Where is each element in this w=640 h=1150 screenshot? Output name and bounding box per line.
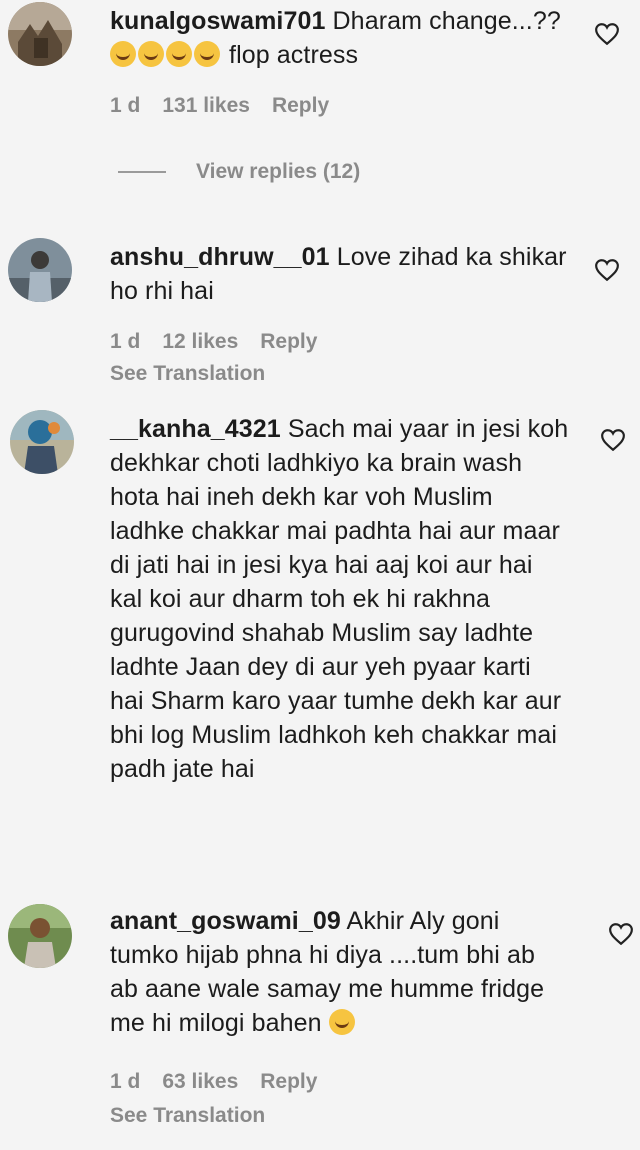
heart-outline-icon[interactable] xyxy=(594,258,620,282)
heart-outline-icon[interactable] xyxy=(594,22,620,46)
comment-text: anshu_dhruw__01 Love zihad ka shikar ho … xyxy=(110,240,570,308)
comment-username[interactable]: anshu_dhruw__01 xyxy=(110,243,330,271)
avatar[interactable] xyxy=(10,410,74,474)
comment-item: anant_goswami_09 Akhir Aly goni tumko hi… xyxy=(0,900,640,1140)
comment-likes[interactable]: 131 likes xyxy=(162,94,250,118)
comment-text: anant_goswami_09 Akhir Aly goni tumko hi… xyxy=(110,904,570,1040)
comment-text: __kanha_4321 Sach mai yaar in jesi koh d… xyxy=(110,412,570,786)
comment-body: Dharam change...?? xyxy=(332,7,561,35)
comment-body-end: flop actress xyxy=(229,41,359,69)
reply-button[interactable]: Reply xyxy=(260,1070,317,1094)
comment-likes[interactable]: 12 likes xyxy=(162,330,238,354)
comment-time: 1 d xyxy=(110,1070,141,1093)
comment-username[interactable]: __kanha_4321 xyxy=(110,415,281,443)
heart-outline-icon[interactable] xyxy=(600,428,626,452)
see-translation-button[interactable]: See Translation xyxy=(110,362,265,386)
comment-item: anshu_dhruw__01 Love zihad ka shikar ho … xyxy=(0,232,640,392)
comment-meta: 1 d 12 likes Reply xyxy=(110,330,317,354)
see-translation-button[interactable]: See Translation xyxy=(110,1104,265,1128)
view-replies-button[interactable]: View replies (12) xyxy=(118,160,360,184)
comment-meta: 1 d 131 likes Reply xyxy=(110,94,329,118)
comment-item: kunalgoswami701 Dharam change...?? flop … xyxy=(0,0,640,200)
comment-likes[interactable]: 63 likes xyxy=(162,1070,238,1094)
comment-item: __kanha_4321 Sach mai yaar in jesi koh d… xyxy=(0,408,640,888)
comment-text: kunalgoswami701 Dharam change...?? flop … xyxy=(110,4,570,72)
comment-username[interactable]: kunalgoswami701 xyxy=(110,7,325,35)
avatar[interactable] xyxy=(8,238,72,302)
emoji-face-with-tears-of-joy-icon xyxy=(110,41,229,69)
avatar[interactable] xyxy=(8,2,72,66)
comment-meta: 1 d 63 likes Reply xyxy=(110,1070,317,1094)
comment-username[interactable]: anant_goswami_09 xyxy=(110,907,341,935)
comment-time: 1 d xyxy=(110,330,141,353)
view-replies-label: View replies (12) xyxy=(196,160,361,183)
comment-body: Sach mai yaar in jesi koh dekhkar choti … xyxy=(110,415,569,783)
reply-button[interactable]: Reply xyxy=(272,94,329,118)
reply-button[interactable]: Reply xyxy=(260,330,317,354)
crying-face-icon xyxy=(328,1009,357,1037)
avatar[interactable] xyxy=(8,904,72,968)
divider xyxy=(118,171,166,173)
heart-outline-icon[interactable] xyxy=(608,922,634,946)
comment-time: 1 d xyxy=(110,94,141,117)
